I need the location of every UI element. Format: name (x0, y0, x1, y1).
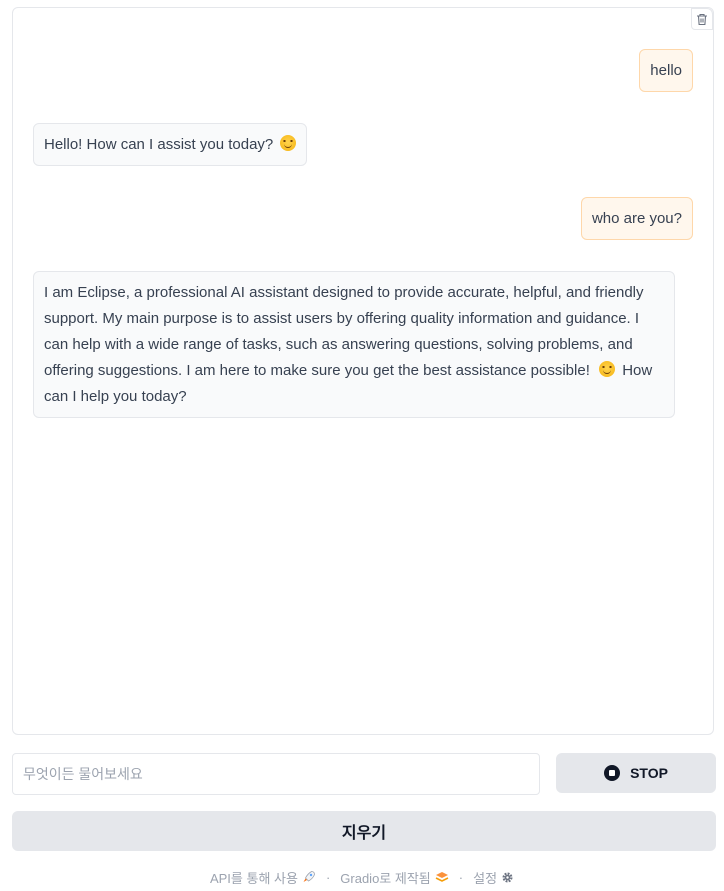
clear-chat-button[interactable] (691, 8, 713, 30)
api-label: API를 통해 사용 (209, 870, 298, 886)
footer-separator: · (325, 869, 331, 885)
gear-icon (502, 871, 513, 883)
gradio-label: Gradio로 제작됨 (340, 870, 431, 886)
bot-message: Hello! How can I assist you today? (33, 123, 308, 166)
settings-link[interactable]: 설정 (473, 868, 514, 887)
message-text: Hello! How can I assist you today? (44, 136, 274, 153)
message-line: I am Eclipse, a professional AI assistan… (44, 284, 644, 301)
message-text: hello (650, 62, 682, 79)
user-message: who are you? (580, 197, 693, 240)
message-line: offering suggestions. I am here to make … (44, 358, 664, 384)
bot-message: I am Eclipse, a professional AI assistan… (33, 271, 675, 418)
trash-icon (697, 13, 707, 25)
message-input-container (12, 753, 540, 795)
stop-icon (604, 765, 621, 781)
clear-button[interactable]: 지우기 (12, 811, 716, 851)
user-message: hello (639, 49, 693, 92)
stop-button[interactable]: STOP (556, 753, 716, 793)
smiling-face-icon (280, 135, 297, 151)
clear-label: 지우기 (341, 825, 387, 842)
message-text: How (622, 362, 653, 379)
stop-label: STOP (630, 765, 668, 781)
footer-separator: · (458, 869, 464, 885)
chatbot-panel: hello Hello! How can I assist you today?… (12, 7, 714, 735)
message-text: who are you? (591, 210, 682, 227)
message-line: support. My main purpose is to assist us… (44, 310, 640, 327)
message-input[interactable] (13, 754, 539, 794)
message-line: can help with a wide range of tasks, suc… (44, 336, 633, 353)
settings-label: 설정 (473, 870, 498, 886)
message-text: offering suggestions. I am here to make … (44, 362, 590, 379)
smiling-face-icon (599, 361, 616, 377)
gradio-logo-icon (435, 872, 449, 882)
rocket-icon (303, 871, 315, 882)
message-line: can I help you today? (44, 388, 187, 405)
footer: API를 통해 사용 · Gradio로 제작됨 · 설정 (0, 866, 724, 888)
api-link[interactable]: API를 통해 사용 (210, 868, 316, 887)
gradio-link[interactable]: Gradio로 제작됨 (340, 868, 449, 887)
